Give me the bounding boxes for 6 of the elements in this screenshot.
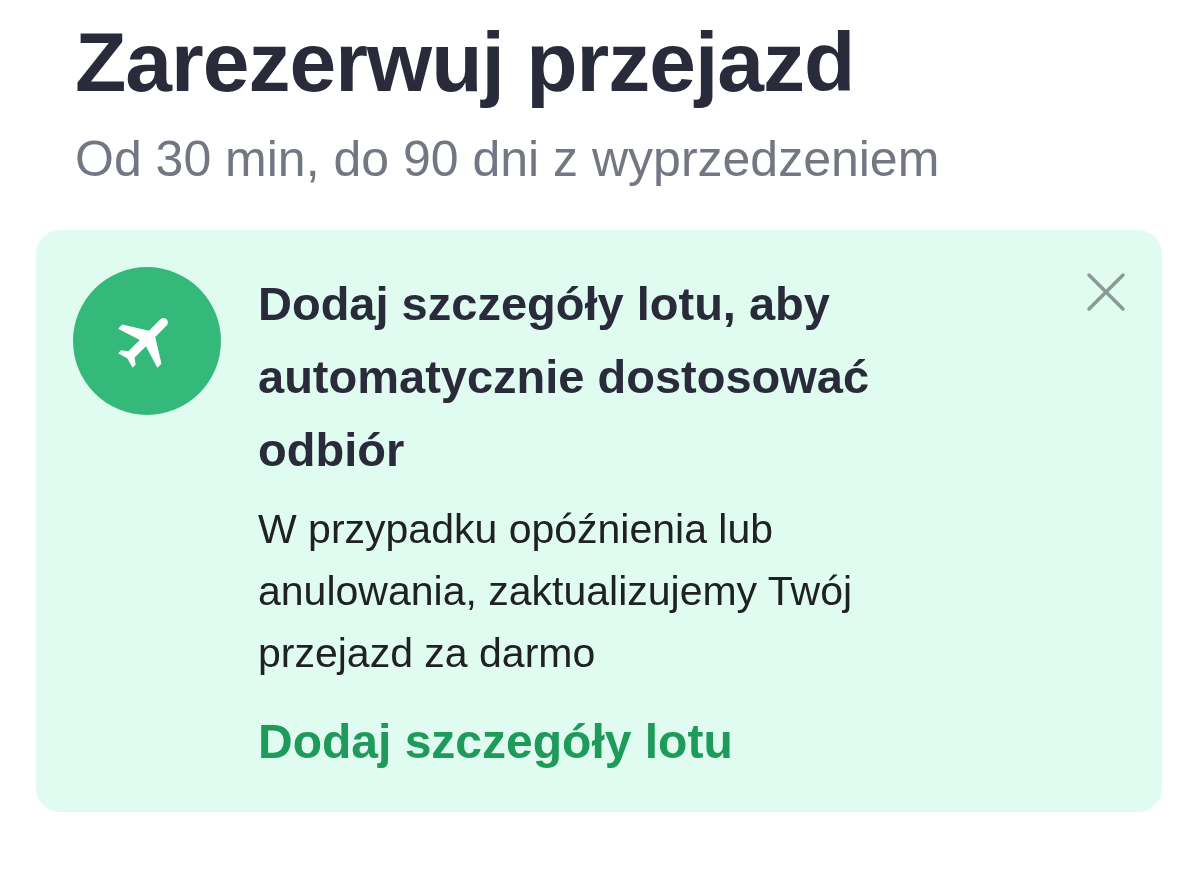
page-title: Zarezerwuj przejazd — [75, 14, 856, 111]
add-flight-details-link[interactable]: Dodaj szczegóły lotu — [258, 712, 733, 772]
close-icon[interactable] — [1086, 272, 1126, 312]
banner-text: W przypadku opóźnienia lub anulowania, zaktualizujemy Twój przejazd za darmo — [258, 505, 854, 678]
subtitle: Od 30 min, do 90 dni z wyprzedzeniem — [75, 134, 941, 184]
banner-heading: Dodaj szczegóły lotu, aby automatycznie dostosować odbiór — [258, 276, 871, 478]
